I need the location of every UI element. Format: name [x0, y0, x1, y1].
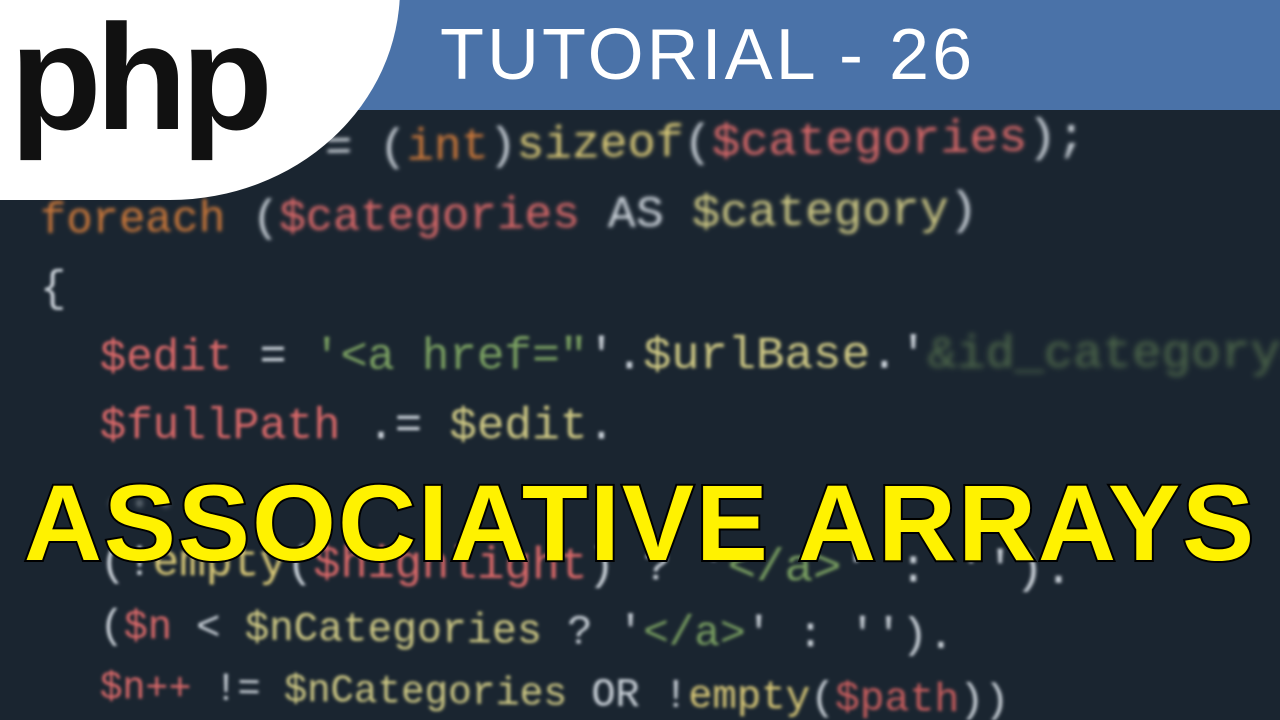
header-title: TUTORIAL - 26: [440, 14, 975, 96]
thumbnail: s = (int)sizeof($categories); foreach ($…: [0, 0, 1280, 720]
php-logo-text: php: [10, 17, 267, 137]
topic-title: ASSOCIATIVE ARRAYS: [0, 460, 1280, 585]
